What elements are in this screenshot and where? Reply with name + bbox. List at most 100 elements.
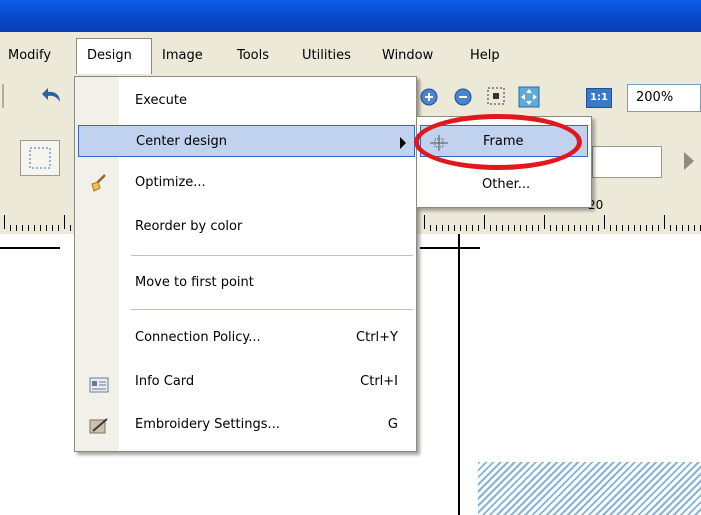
ruler-tick [640, 225, 641, 231]
menu-design[interactable]: Design [87, 46, 132, 66]
zoom-level-input[interactable]: 200% [627, 84, 701, 112]
ruler-tick [538, 225, 539, 231]
zoom-out-icon[interactable] [452, 86, 474, 112]
ruler-tick [16, 225, 17, 231]
submenu-item-other[interactable]: Other... [420, 169, 588, 201]
submenu-arrow-icon [400, 137, 406, 149]
ruler-tick [520, 225, 521, 231]
ruler-tick [676, 225, 677, 231]
ruler-tick [682, 225, 683, 231]
ruler-tick [562, 225, 563, 231]
ruler-tick [46, 225, 47, 231]
menu-item-shortcut: Ctrl+Y [356, 330, 398, 345]
annotation-highlight-ring [414, 114, 582, 170]
embroidery-settings-icon [89, 416, 109, 448]
zoom-to-selection-icon[interactable] [484, 84, 508, 112]
menu-item-center-design[interactable]: Center design [78, 125, 415, 157]
menu-item-label: Execute [135, 93, 187, 108]
canvas-guide-left [0, 247, 60, 249]
ruler-tick [40, 225, 41, 231]
ruler-tick [532, 225, 533, 231]
ruler-tick [430, 225, 431, 231]
ruler-tick [616, 225, 617, 231]
ruler-tick [490, 225, 491, 231]
menu-item-label: Move to first point [135, 275, 254, 290]
ruler-tick [592, 225, 593, 231]
menu-image[interactable]: Image [162, 46, 203, 66]
ruler-tick [544, 215, 545, 229]
undo-icon[interactable] [40, 84, 66, 112]
color-swatch-strip[interactable] [592, 146, 662, 178]
menu-item-label: Optimize... [135, 175, 206, 190]
menu-item-connection-policy[interactable]: Connection Policy... Ctrl+Y [75, 322, 416, 354]
ruler-tick [634, 225, 635, 231]
play-arrow-icon[interactable] [682, 150, 696, 176]
actual-size-icon[interactable]: 1:1 [586, 88, 612, 108]
selection-frame-button[interactable] [20, 140, 60, 176]
ruler-tick [598, 225, 599, 231]
menu-item-reorder-by-color[interactable]: Reorder by color [75, 211, 416, 243]
canvas-vertical-guide [458, 234, 460, 515]
ruler-tick [22, 225, 23, 231]
toolbar-grip-icon [2, 84, 18, 108]
menu-item-optimize[interactable]: Optimize... [75, 167, 416, 199]
ruler-tick [502, 225, 503, 231]
ruler-tick [508, 225, 509, 231]
menu-item-info-card[interactable]: Info Card Ctrl+I [75, 366, 416, 398]
menu-item-execute[interactable]: Execute [75, 85, 416, 117]
menu-item-label: Embroidery Settings... [135, 417, 280, 432]
menu-item-move-to-first-point[interactable]: Move to first point [75, 267, 416, 299]
ruler-tick [688, 225, 689, 231]
fit-to-window-icon[interactable] [518, 86, 540, 112]
ruler-tick [556, 225, 557, 231]
menu-item-label: Info Card [135, 374, 195, 389]
menu-modify[interactable]: Modify [8, 46, 51, 66]
ruler-tick [442, 225, 443, 231]
menu-item-shortcut: G [387, 417, 398, 432]
menu-separator [131, 255, 413, 256]
ruler-tick [586, 225, 587, 231]
ruler-tick [484, 215, 485, 229]
ruler-tick [628, 225, 629, 231]
ruler-tick [568, 225, 569, 231]
window-title-bar [0, 0, 701, 32]
ruler-tick [670, 225, 671, 231]
ruler-tick [454, 225, 455, 231]
ruler-tick [448, 225, 449, 231]
menu-utilities[interactable]: Utilities [302, 46, 351, 66]
ruler-tick [694, 225, 695, 231]
menu-item-label: Center design [136, 134, 228, 149]
ruler-tick [466, 225, 467, 231]
ruler-tick [610, 225, 611, 231]
ruler-tick [4, 215, 5, 229]
ruler-tick [52, 225, 53, 231]
menu-tools[interactable]: Tools [237, 46, 269, 66]
ruler-tick [580, 225, 581, 231]
ruler-tick [658, 225, 659, 231]
ruler-tick [574, 225, 575, 231]
ruler-tick [496, 225, 497, 231]
ruler-tick [436, 225, 437, 231]
ruler-tick [64, 215, 65, 229]
broom-icon [89, 173, 109, 206]
ruler-tick [604, 215, 605, 229]
menu-item-shortcut: Ctrl+I [360, 374, 398, 389]
ruler-tick [10, 225, 11, 231]
ruler-tick [472, 225, 473, 231]
ruler-tick [526, 225, 527, 231]
ruler-tick [34, 225, 35, 231]
ruler-tick [664, 215, 665, 229]
zoom-in-icon[interactable] [418, 86, 440, 112]
ruler-tick [550, 225, 551, 231]
ruler-tick [514, 225, 515, 231]
menu-help[interactable]: Help [470, 46, 500, 66]
embroidery-stitch-preview [478, 462, 701, 515]
ruler-tick [460, 225, 461, 231]
menu-item-label: Reorder by color [135, 219, 243, 234]
menu-separator [131, 309, 413, 310]
menu-window[interactable]: Window [382, 46, 433, 66]
info-card-icon [89, 374, 109, 406]
ruler-tick [478, 225, 479, 231]
ruler-tick [58, 225, 59, 231]
menu-item-embroidery-settings[interactable]: Embroidery Settings... G [75, 409, 416, 441]
